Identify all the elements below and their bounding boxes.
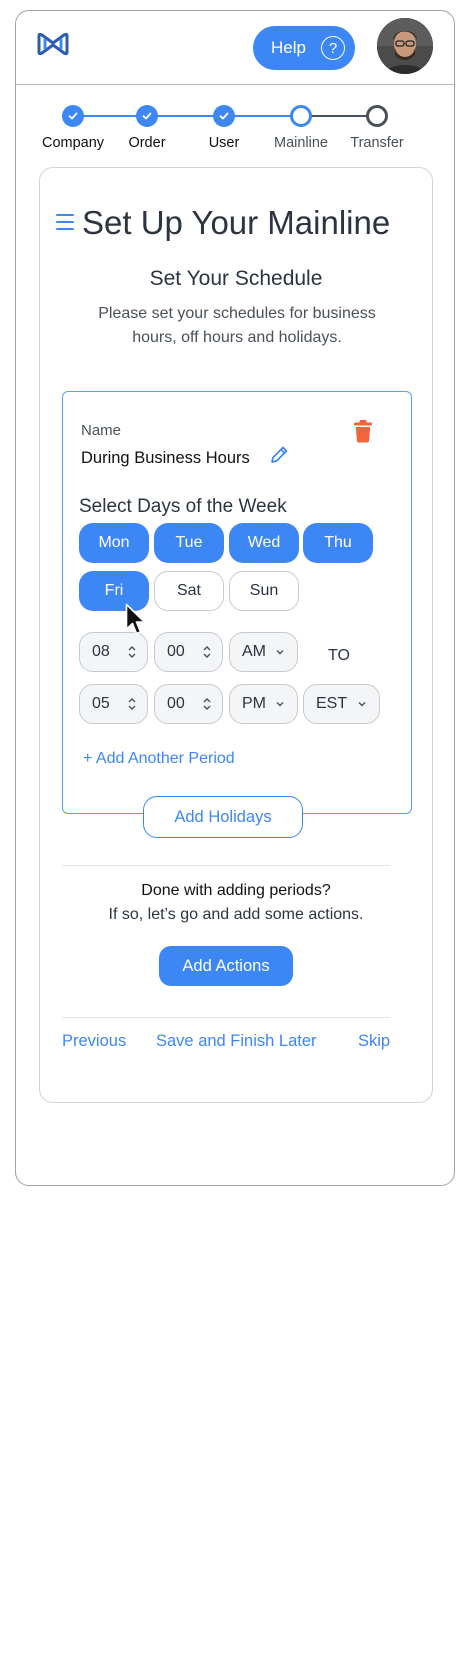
user-avatar-icon xyxy=(377,18,433,74)
start-hour-value: 08 xyxy=(92,643,110,660)
done-question: Done with adding periods? xyxy=(141,882,331,899)
help-button[interactable]: Help ? xyxy=(253,26,355,70)
bowtie-logo-icon[interactable] xyxy=(36,32,70,56)
pending-step-icon xyxy=(366,105,388,127)
divider xyxy=(62,865,390,866)
pencil-edit-icon[interactable] xyxy=(268,444,290,466)
period-name: During Business Hours xyxy=(81,449,250,467)
day-toggle-sat[interactable]: Sat xyxy=(154,571,224,611)
help-label: Help xyxy=(271,38,306,57)
section-description: Please set your schedules for business h… xyxy=(98,305,376,346)
step-transfer[interactable]: Transfer xyxy=(332,105,422,151)
page-title: Set Up Your Mainline xyxy=(82,204,391,241)
up-down-arrows-icon[interactable] xyxy=(127,642,137,662)
timezone-select[interactable]: EST xyxy=(303,684,380,724)
save-finish-later-link[interactable]: Save and Finish Later xyxy=(156,1032,317,1051)
start-minute-value: 00 xyxy=(167,643,185,660)
check-icon xyxy=(136,105,158,127)
to-label: TO xyxy=(328,647,350,664)
current-step-icon xyxy=(290,105,312,127)
end-hour-value: 05 xyxy=(92,695,110,712)
days-title: Select Days of the Week xyxy=(79,496,287,517)
timezone-value: EST xyxy=(316,695,348,712)
trash-icon[interactable] xyxy=(353,419,373,443)
start-minute-stepper[interactable]: 00 xyxy=(154,632,223,672)
divider xyxy=(62,1017,390,1018)
day-toggle-thu[interactable]: Thu xyxy=(303,523,373,563)
day-toggle-tue[interactable]: Tue xyxy=(154,523,224,563)
schedule-card: Set Up Your Mainline Set Your Schedule P… xyxy=(39,167,433,1103)
mouse-cursor-icon xyxy=(125,603,146,635)
end-ampm-select[interactable]: PM xyxy=(229,684,298,724)
start-ampm-select[interactable]: AM xyxy=(229,632,298,672)
chevron-down-icon xyxy=(276,650,284,655)
previous-link[interactable]: Previous xyxy=(62,1032,126,1051)
day-toggle-mon[interactable]: Mon xyxy=(79,523,149,563)
question-circle-icon: ? xyxy=(321,36,345,60)
section-title: Set Your Schedule xyxy=(149,267,323,290)
top-bar: Help ? xyxy=(16,11,454,85)
check-icon xyxy=(62,105,84,127)
check-icon xyxy=(213,105,235,127)
up-down-arrows-icon[interactable] xyxy=(127,694,137,714)
name-label: Name xyxy=(81,422,122,439)
add-actions-button[interactable]: Add Actions xyxy=(159,946,293,986)
schedule-period-panel: Name During Business Hours Select Days o… xyxy=(62,391,412,814)
chevron-down-icon xyxy=(358,702,366,707)
app-frame: Help ? Company Order User Mainline Trans… xyxy=(15,10,455,1186)
chevron-down-icon xyxy=(276,702,284,707)
up-down-arrows-icon[interactable] xyxy=(202,694,212,714)
add-holidays-button[interactable]: Add Holidays xyxy=(143,796,303,838)
skip-link[interactable]: Skip xyxy=(358,1032,390,1051)
end-hour-stepper[interactable]: 05 xyxy=(79,684,148,724)
avatar[interactable] xyxy=(377,18,433,74)
add-another-period-link[interactable]: + Add Another Period xyxy=(83,750,235,768)
end-minute-stepper[interactable]: 00 xyxy=(154,684,223,724)
done-subtext: If so, let’s go and add some actions. xyxy=(108,906,364,923)
start-hour-stepper[interactable]: 08 xyxy=(79,632,148,672)
progress-stepper: Company Order User Mainline Transfer xyxy=(16,85,454,167)
end-minute-value: 00 xyxy=(167,695,185,712)
end-ampm-value: PM xyxy=(242,695,266,712)
step-label: Transfer xyxy=(350,135,404,151)
day-toggle-wed[interactable]: Wed xyxy=(229,523,299,563)
day-toggle-sun[interactable]: Sun xyxy=(229,571,299,611)
hamburger-menu-icon[interactable] xyxy=(56,214,74,234)
up-down-arrows-icon[interactable] xyxy=(202,642,212,662)
start-ampm-value: AM xyxy=(242,643,266,660)
